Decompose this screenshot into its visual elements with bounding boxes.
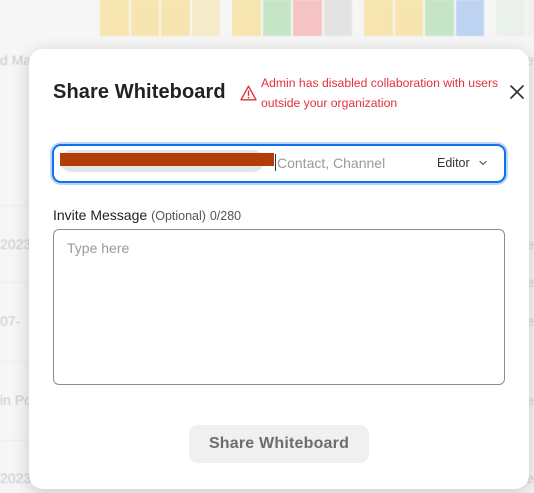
recipients-field[interactable]: Editor [52, 144, 506, 183]
warning-icon [240, 85, 257, 101]
background-row-label: 2023 [0, 470, 32, 486]
recipients-input[interactable] [277, 152, 427, 174]
share-whiteboard-dialog: Share Whiteboard Admin has disabled coll… [29, 49, 529, 489]
chevron-down-icon [479, 160, 487, 166]
whiteboard-thumbnail [496, 0, 534, 36]
whiteboard-thumbnail [364, 0, 484, 36]
background-row-label: in Po [0, 392, 32, 408]
whiteboard-thumbnail [100, 0, 220, 36]
dialog-title: Share Whiteboard [53, 81, 226, 103]
text-caret [275, 154, 276, 171]
whiteboard-thumbnail [232, 0, 352, 36]
background-row-label: d Ma [0, 52, 32, 68]
role-label: Editor [437, 156, 470, 170]
recipient-chip[interactable] [60, 150, 274, 172]
collaboration-warning: Admin has disabled collaboration with us… [261, 76, 499, 110]
share-whiteboard-button[interactable]: Share Whiteboard [189, 425, 369, 463]
optional-tag: (Optional) [151, 209, 206, 223]
redaction-bar [60, 153, 274, 166]
character-counter: 0/280 [209, 209, 242, 223]
invite-message-input[interactable] [53, 229, 505, 385]
close-icon[interactable] [508, 83, 526, 101]
role-dropdown[interactable]: Editor [437, 153, 488, 173]
whiteboard-thumbnails [100, 0, 534, 36]
invite-label-text: Invite Message [53, 207, 148, 223]
background-row-label: 2023 [0, 236, 32, 252]
background-row-label: 07- [0, 313, 21, 329]
invite-message-label: Invite Message (Optional) 0/280 [53, 207, 241, 223]
